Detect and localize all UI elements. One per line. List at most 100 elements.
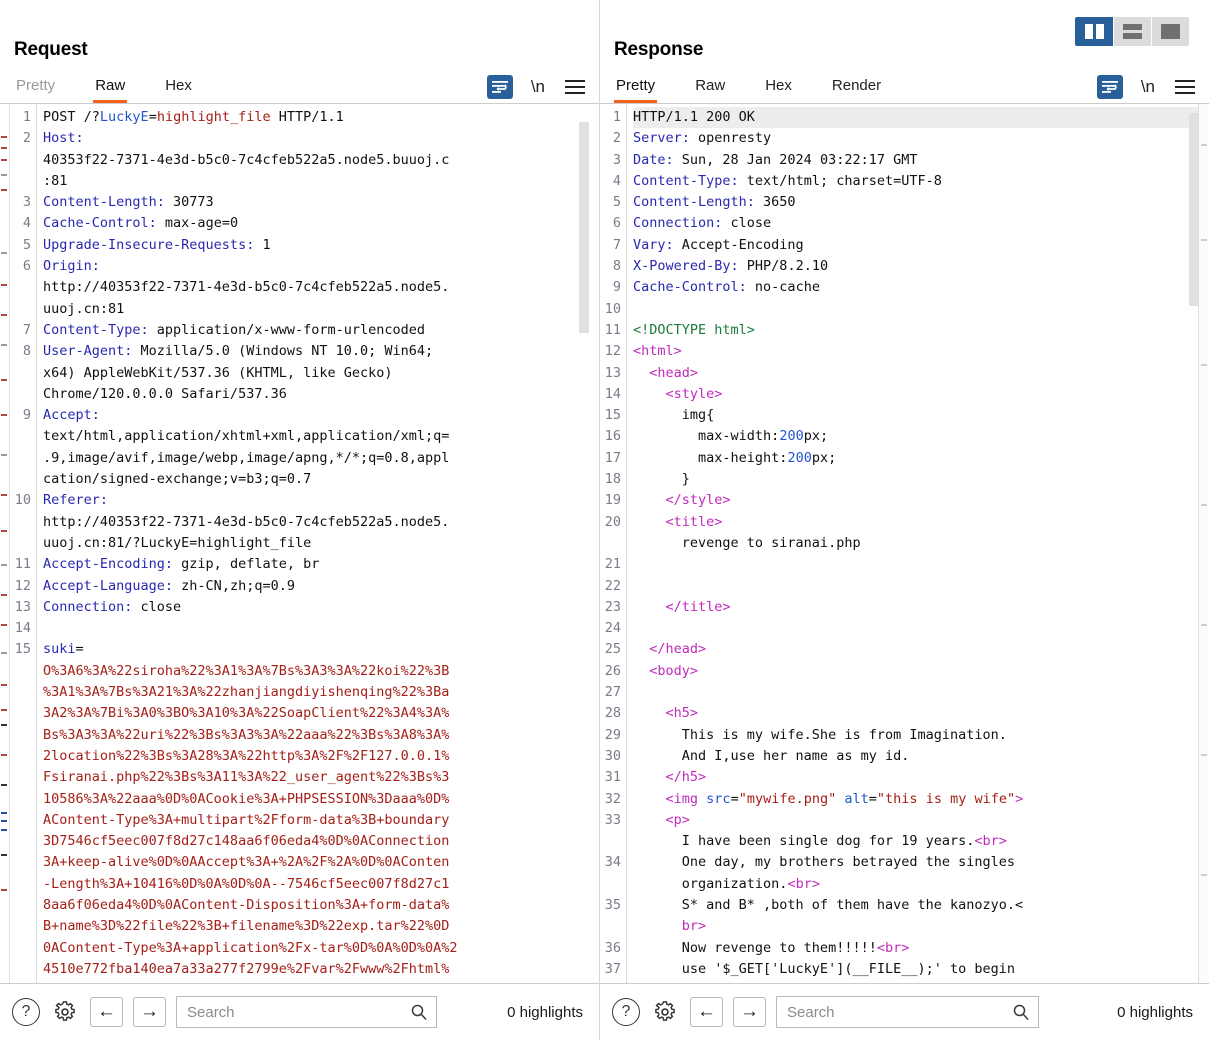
request-highlight-count: 0 highlights (507, 1003, 583, 1021)
code-line: Origin: (43, 258, 100, 275)
line-number: 30 (604, 747, 621, 764)
line-number: 3 (612, 151, 621, 168)
line-number: 4 (22, 215, 31, 232)
line-number: 19 (604, 492, 621, 509)
layout-split-horizontal-button[interactable] (1113, 17, 1151, 46)
code-line: http://40353f22-7371-4e3d-b5c0-7c4cfeb52… (43, 279, 450, 296)
minimap-mark (1, 709, 7, 711)
code-line: x64) AppleWebKit/537.36 (KHTML, like Gec… (43, 364, 393, 381)
request-search-box[interactable] (176, 996, 437, 1028)
response-header: Response Pretty Raw Hex Render \n (600, 0, 1209, 103)
word-wrap-icon[interactable] (1096, 75, 1123, 99)
code-line: User-Agent: Mozilla/5.0 (Windows NT 10.0… (43, 343, 434, 360)
line-number: 12 (14, 577, 31, 594)
line-number (10, 852, 31, 873)
request-search-input[interactable] (185, 1002, 410, 1022)
gear-icon[interactable] (650, 997, 680, 1027)
response-code[interactable]: HTTP/1.1 200 OK Server: openresty Date: Su… (627, 104, 1209, 983)
response-search-input[interactable] (785, 1002, 1012, 1022)
newline-icon[interactable]: \n (531, 77, 545, 97)
minimap-mark (1, 854, 7, 856)
code-line: .9,image/avif,image/webp,image/apng,*/*;… (43, 449, 450, 466)
line-number (10, 384, 31, 405)
line-number: 16 (604, 428, 621, 445)
minimap-mark (1, 174, 7, 176)
line-number: 1 (22, 109, 31, 125)
gear-icon[interactable] (50, 997, 80, 1027)
response-minimap[interactable] (1198, 104, 1209, 983)
layout-split-vertical-button[interactable] (1075, 17, 1113, 46)
line-number: 9 (22, 407, 31, 424)
hamburger-menu-icon[interactable] (565, 80, 585, 94)
response-tab-hex[interactable]: Hex (763, 78, 794, 103)
search-back-button[interactable]: ← (90, 997, 123, 1027)
request-tab-pretty[interactable]: Pretty (14, 78, 57, 103)
code-line: Host: (43, 130, 84, 147)
code-line: Cache-Control: no-cache (633, 279, 820, 296)
code-line: Now revenge to them!!!!!<br> (633, 939, 910, 956)
line-number (10, 725, 31, 746)
line-number: 37 (604, 960, 621, 977)
line-number: 32 (604, 790, 621, 807)
minimap-mark (1, 652, 7, 654)
request-tab-raw[interactable]: Raw (93, 78, 128, 103)
response-search-box[interactable] (776, 996, 1039, 1028)
line-number: 13 (604, 364, 621, 381)
request-code[interactable]: POST /?LuckyE=highlight_file HTTP/1.1 Hos… (37, 104, 599, 983)
code-line: 3A+keep-alive%0D%0AAccept%3A+%2A%2F%2A%0… (43, 854, 450, 871)
minimap-mark (1, 784, 7, 786)
newline-icon[interactable]: \n (1141, 77, 1155, 97)
line-number: 25 (604, 641, 621, 658)
minimap-mark (1, 564, 7, 566)
layout-single-pane-button[interactable] (1151, 17, 1189, 46)
line-number: 24 (604, 620, 621, 637)
search-forward-button[interactable]: → (733, 997, 766, 1027)
layout-toggle-group (1075, 17, 1189, 46)
word-wrap-icon[interactable] (486, 75, 513, 99)
line-number: 28 (604, 705, 621, 722)
search-forward-button[interactable]: → (133, 997, 166, 1027)
code-line: %3A1%3A%7Bs%3A21%3A%22zhanjiangdiyishenq… (43, 684, 450, 701)
code-line: POST /?LuckyE=highlight_file HTTP/1.1 (43, 109, 344, 125)
line-number: 14 (14, 620, 31, 637)
request-scroll-thumb[interactable] (579, 121, 589, 333)
request-header: Request Pretty Raw Hex \n (0, 0, 599, 103)
line-number: 3 (22, 194, 31, 211)
code-line: Content-Length: 30773 (43, 194, 214, 211)
code-line: Accept-Language: zh-CN,zh;q=0.9 (43, 577, 295, 594)
code-line: Cache-Control: max-age=0 (43, 215, 239, 232)
response-tab-render[interactable]: Render (830, 78, 883, 103)
line-number (10, 682, 31, 703)
code-line: <h5> (633, 705, 699, 722)
request-tab-hex[interactable]: Hex (163, 78, 194, 103)
code-line: 4510e772fba140ea7a33a277f2799e%2Fvar%2Fw… (43, 960, 450, 977)
response-editor[interactable]: 1 2 3 4 5 6 7 8 9 10 11 12 13 14 15 16 17 18 19 20 21 22 23 24 2… (600, 103, 1209, 984)
line-number (10, 789, 31, 810)
response-tab-icons: \n (1096, 75, 1195, 103)
request-scrollbar[interactable] (579, 104, 589, 983)
code-line: HTTP/1.1 200 OK (633, 107, 1209, 129)
help-icon[interactable]: ? (12, 998, 40, 1026)
code-line: 8aa6f06eda4%0D%0AContent-Disposition%3A+… (43, 896, 450, 913)
search-back-button[interactable]: ← (690, 997, 723, 1027)
minimap-mark (1, 889, 7, 891)
code-line: Content-Type: text/html; charset=UTF-8 (633, 172, 942, 189)
response-tab-pretty[interactable]: Pretty (614, 78, 658, 103)
request-tabs: Pretty Raw Hex \n (14, 69, 585, 103)
minimap-mark (1, 136, 7, 138)
request-editor[interactable]: 1 2 3 4 5 6 7 8 9 10 11 12 13 14 15 POST /?LuckyE=high… (0, 103, 599, 984)
request-panel: Request Pretty Raw Hex \n 1 2 3 4 5 6 7 … (0, 0, 600, 1040)
code-line: } (633, 471, 690, 488)
minimap-mark (1, 724, 7, 726)
response-tab-raw[interactable]: Raw (693, 78, 727, 103)
line-number (10, 448, 31, 469)
hamburger-menu-icon[interactable] (1175, 80, 1195, 94)
minimap-mark (1201, 624, 1207, 626)
code-line: </h5> (633, 769, 707, 786)
help-icon[interactable]: ? (612, 998, 640, 1026)
request-minimap[interactable] (0, 104, 10, 983)
code-line: I have been single dog for 19 years.<br> (633, 833, 1007, 850)
line-number: 10 (604, 300, 621, 317)
line-number: 23 (604, 598, 621, 615)
